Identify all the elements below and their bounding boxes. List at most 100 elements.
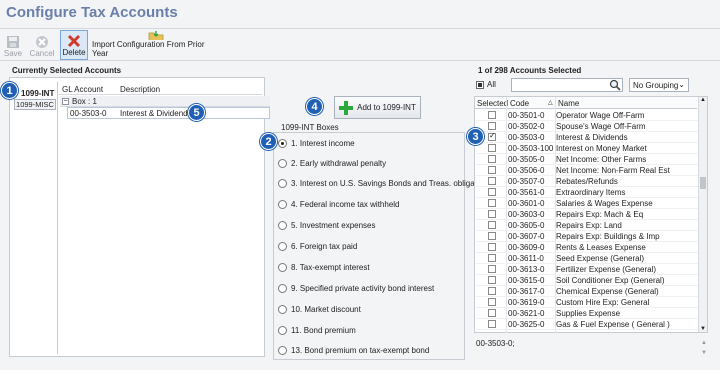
box-option-label: 6. Foreign tax paid: [291, 241, 358, 251]
callout-badge-5: 5: [188, 104, 205, 121]
checkbox-icon[interactable]: [488, 221, 496, 229]
toolbar-divider: [0, 60, 720, 61]
account-row[interactable]: 00-3502-0 Spouse's Wage Off-Farm: [476, 121, 698, 132]
account-row[interactable]: 00-3603-0 Repairs Exp: Mach & Eq: [476, 209, 698, 220]
checkbox-icon[interactable]: [488, 287, 496, 295]
scroll-up-icon[interactable]: ▲: [699, 97, 707, 103]
account-name: Supplies Expense: [556, 308, 621, 318]
checkbox-icon[interactable]: [488, 254, 496, 262]
accounts-scrollbar[interactable]: ▲ ▼: [698, 97, 707, 332]
checkbox-icon[interactable]: [488, 320, 496, 328]
add-to-form-button[interactable]: Add to 1099-INT: [334, 96, 421, 119]
box-option-6[interactable]: 6. Foreign tax paid: [278, 240, 357, 252]
account-code: 00-3615-0: [508, 275, 545, 285]
checkbox-icon[interactable]: [488, 210, 496, 218]
cancel-label: Cancel: [29, 49, 55, 58]
account-row[interactable]: 00-3561-0 Extraordinary Items: [476, 187, 698, 198]
account-code: 00-3507-0: [508, 176, 545, 186]
account-row[interactable]: 00-3609-0 Rents & Leases Expense: [476, 242, 698, 253]
account-code: 00-3506-0: [508, 165, 545, 175]
box-option-1[interactable]: 1. Interest income: [278, 137, 355, 149]
account-row[interactable]: 00-3621-0 Supplies Expense: [476, 308, 698, 319]
account-row[interactable]: 00-3506-0 Net Income: Non-Farm Real Est: [476, 165, 698, 176]
checkbox-icon[interactable]: [488, 199, 496, 207]
account-row[interactable]: 00-3613-0 Fertilizer Expense (General): [476, 264, 698, 275]
boxes-header: 1099-INT Boxes: [281, 123, 339, 132]
box-option-10[interactable]: 10. Market discount: [278, 303, 361, 315]
box-option-2[interactable]: 2. Early withdrawal penalty: [278, 157, 386, 169]
account-name: Extraordinary Items: [556, 187, 626, 197]
radio-selected-icon: [278, 138, 287, 148]
checkbox-icon[interactable]: [488, 166, 496, 174]
box-option-4[interactable]: 4. Federal income tax withheld: [278, 198, 400, 210]
box-option-5[interactable]: 5. Investment expenses: [278, 219, 376, 231]
checkbox-icon[interactable]: [488, 276, 496, 284]
form-tab-1099-misc[interactable]: 1099-MISC: [14, 99, 56, 110]
account-row[interactable]: 00-3607-0 Repairs Exp: Buildings & Imp: [476, 231, 698, 242]
import-label: Import Configuration From Prior Year: [92, 40, 205, 58]
delete-button[interactable]: Delete: [60, 30, 88, 60]
grouping-select[interactable]: No Grouping ⌄: [629, 78, 689, 92]
description-column: Description: [120, 85, 161, 94]
account-row[interactable]: 00-3601-0 Salaries & Wages Expense: [476, 198, 698, 209]
form-tab-1099-int[interactable]: 1099-INT: [21, 89, 54, 98]
callout-badge-3: 3: [467, 128, 484, 145]
checkbox-icon[interactable]: [488, 298, 496, 306]
checkbox-icon[interactable]: [488, 232, 496, 240]
code-column[interactable]: Code: [510, 99, 529, 108]
search-icon[interactable]: [609, 79, 622, 91]
account-row[interactable]: 00-3617-0 Chemical Expense (General): [476, 286, 698, 297]
checkbox-icon[interactable]: [488, 144, 496, 152]
checkbox-icon[interactable]: [488, 155, 496, 163]
selected-column[interactable]: Selected: [477, 99, 508, 108]
account-code: 00-3603-0: [508, 209, 545, 219]
footer-spin-icon[interactable]: ▲ ▼: [701, 338, 707, 358]
account-code: 00-3601-0: [508, 198, 545, 208]
box-option-label: 10. Market discount: [291, 304, 361, 314]
checkbox-icon[interactable]: [488, 309, 496, 317]
name-column[interactable]: Name: [558, 99, 579, 108]
radio-icon: [278, 283, 287, 293]
account-row[interactable]: 00-3625-0 Gas & Fuel Expense ( General ): [476, 319, 698, 330]
checkbox-icon[interactable]: [488, 265, 496, 273]
account-row[interactable]: 00-3605-0 Repairs Exp: Land: [476, 220, 698, 231]
account-row[interactable]: 00-3507-0 Rebates/Refunds: [476, 176, 698, 187]
radio-icon: [278, 325, 287, 335]
title-divider: [0, 28, 720, 29]
collapse-icon[interactable]: −: [62, 98, 69, 105]
box-option-13[interactable]: 13. Bond premium on tax-exempt bond: [278, 344, 429, 356]
account-row[interactable]: 00-3611-0 Seed Expense (General): [476, 253, 698, 264]
current-row-description: Interest & Dividends: [120, 109, 192, 118]
checkbox-icon[interactable]: [488, 243, 496, 251]
account-row[interactable]: 00-3619-0 Custom Hire Exp: General: [476, 297, 698, 308]
box-option-label: 9. Specified private activity bond inter…: [291, 283, 435, 293]
box-option-11[interactable]: 11. Bond premium: [278, 324, 356, 336]
cancel-button[interactable]: Cancel: [28, 30, 56, 60]
checkbox-icon[interactable]: [488, 122, 496, 130]
checkbox-checked-icon[interactable]: [488, 131, 496, 141]
save-button[interactable]: Save: [2, 30, 24, 60]
account-row[interactable]: 00-3503-0 Interest & Dividends: [476, 131, 698, 143]
scroll-down-icon[interactable]: ▼: [699, 326, 707, 332]
account-code: 00-3607-0: [508, 231, 545, 241]
box-option-8[interactable]: 8. Tax-exempt interest: [278, 261, 370, 273]
all-checkbox[interactable]: All: [476, 80, 496, 89]
box-option-9[interactable]: 9. Specified private activity bond inter…: [278, 282, 434, 294]
gl-account-column: GL Account: [62, 85, 104, 94]
account-name: Chemical Expense (General): [556, 286, 659, 296]
account-row[interactable]: 00-3615-0 Soil Conditioner Exp (General): [476, 275, 698, 286]
scrollbar-thumb[interactable]: [700, 177, 706, 189]
box-option-3[interactable]: 3. Interest on U.S. Savings Bonds and Tr…: [278, 177, 492, 189]
search-input[interactable]: [511, 78, 623, 92]
import-button[interactable]: Import Configuration From Prior Year: [92, 30, 220, 60]
checkbox-icon[interactable]: [488, 188, 496, 196]
account-row[interactable]: 00-3505-0 Net Income: Other Farms: [476, 154, 698, 165]
account-row[interactable]: 00-3501-0 Operator Wage Off-Farm: [476, 110, 698, 121]
account-code: 00-3613-0: [508, 264, 545, 274]
account-name: Rebates/Refunds: [556, 176, 618, 186]
box-option-label: 2. Early withdrawal penalty: [291, 158, 387, 168]
account-row[interactable]: 00-3503-100 Interest on Money Market: [476, 143, 698, 154]
checkbox-icon[interactable]: [488, 111, 496, 119]
checkbox-icon[interactable]: [488, 177, 496, 185]
account-name: Soil Conditioner Exp (General): [556, 275, 665, 285]
